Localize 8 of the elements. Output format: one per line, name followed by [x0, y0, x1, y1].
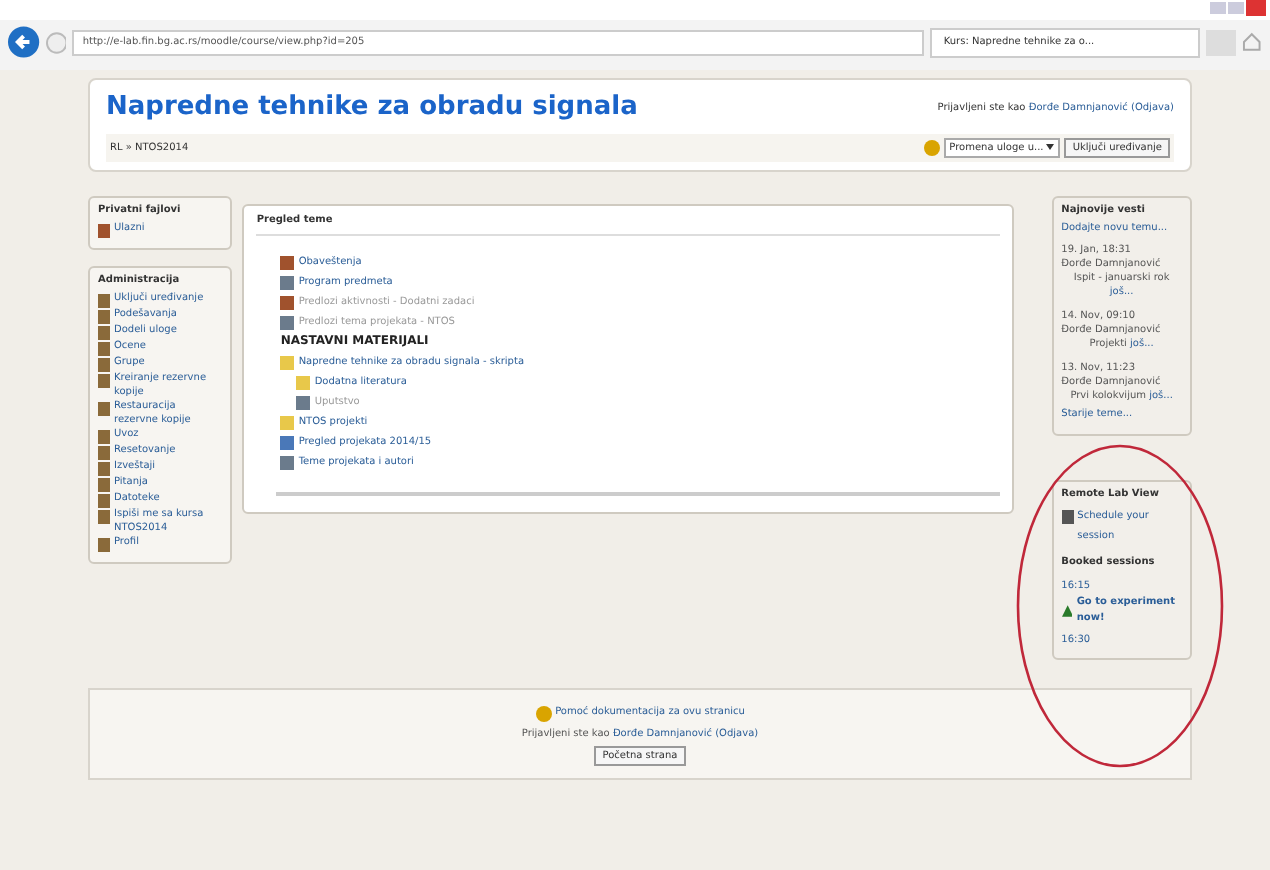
dropdown-icon — [1046, 144, 1055, 150]
home-icon[interactable] — [1242, 32, 1262, 52]
help-icon — [535, 705, 552, 721]
back-icon[interactable] — [8, 26, 40, 58]
course-title: Napredne tehnike za obradu signala — [106, 92, 638, 122]
help-icon — [923, 140, 940, 156]
forward-icon[interactable] — [45, 31, 67, 53]
window-controls-icon[interactable] — [1210, 0, 1266, 16]
